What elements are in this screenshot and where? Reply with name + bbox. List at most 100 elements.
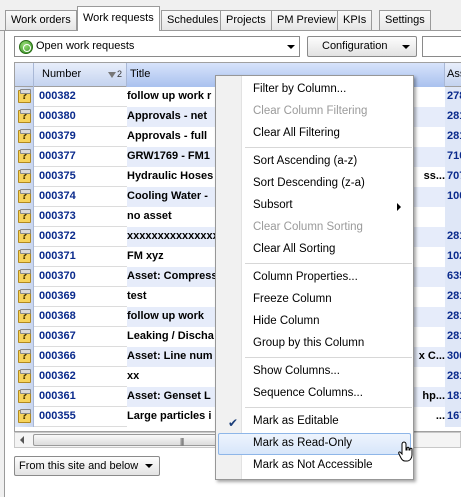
tab-work-orders[interactable]: Work orders — [5, 10, 77, 30]
tab-settings[interactable]: Settings — [379, 10, 431, 30]
menu-item-label: Mark as Read-Only — [253, 437, 353, 449]
row-number[interactable]: 000355 — [39, 410, 121, 422]
row-icon-cell: ? — [15, 347, 34, 367]
tab-work-requests[interactable]: Work requests — [77, 6, 160, 31]
menu-item-sort-descending-z-a[interactable]: Sort Descending (z-a) — [218, 173, 411, 195]
menu-item-freeze-column[interactable]: Freeze Column — [218, 289, 411, 311]
request-status-icon: ? — [18, 289, 31, 303]
row-asset[interactable]: 281 — [445, 307, 461, 327]
menu-item-label: Group by this Column — [253, 337, 365, 349]
header-number[interactable]: Number 2 — [34, 63, 127, 87]
menu-item-mark-as-not-accessible[interactable]: Mark as Not Accessible — [218, 455, 411, 477]
row-asset[interactable]: 281 — [445, 287, 461, 307]
row-asset[interactable]: 281 — [445, 127, 461, 147]
search-input[interactable] — [422, 36, 461, 57]
request-status-icon: ? — [18, 89, 31, 103]
row-asset[interactable]: 281 — [445, 327, 461, 347]
menu-item-column-properties[interactable]: Column Properties... — [218, 267, 411, 289]
request-status-icon: ? — [18, 229, 31, 243]
row-icon-cell: ? — [15, 367, 34, 387]
header-asset[interactable]: Ass — [445, 63, 461, 87]
tab-projects[interactable]: Projects — [220, 10, 272, 30]
menu-item-label: Mark as Not Accessible — [253, 459, 373, 471]
tab-schedules[interactable]: Schedules — [161, 10, 225, 30]
configuration-label: Configuration — [322, 40, 388, 52]
row-icon-cell: ? — [15, 107, 34, 127]
menu-item-clear-all-sorting[interactable]: Clear All Sorting — [218, 239, 411, 261]
row-number[interactable]: 000370 — [39, 270, 121, 282]
request-status-icon: ? — [18, 189, 31, 203]
menu-item-clear-all-filtering[interactable]: Clear All Filtering — [218, 123, 411, 145]
menu-item-hide-column[interactable]: Hide Column — [218, 311, 411, 333]
row-asset[interactable]: 281 — [445, 367, 461, 387]
menu-item-label: Subsort — [253, 199, 293, 211]
menu-item-mark-as-read-only[interactable]: Mark as Read-Only — [218, 433, 411, 455]
chevron-down-icon — [287, 45, 295, 49]
row-number[interactable]: 000382 — [39, 90, 121, 102]
request-status-icon: ? — [18, 309, 31, 323]
row-number[interactable]: 000374 — [39, 190, 121, 202]
row-number[interactable]: 000375 — [39, 170, 121, 182]
menu-item-sequence-columns[interactable]: Sequence Columns... — [218, 383, 411, 405]
view-select[interactable]: Open work requests — [14, 36, 300, 57]
chevron-down-icon — [145, 464, 153, 468]
scroll-left-icon[interactable] — [16, 434, 30, 446]
row-number[interactable]: 000369 — [39, 290, 121, 302]
menu-item-filter-by-column[interactable]: Filter by Column... — [218, 79, 411, 101]
site-filter-value: From this site and below — [19, 460, 139, 472]
menu-item-label: Sort Descending (z-a) — [253, 177, 365, 189]
tab-kpis[interactable]: KPIs — [337, 10, 373, 30]
menu-item-group-by-this-column[interactable]: Group by this Column — [218, 333, 411, 355]
menu-item-label: Clear All Sorting — [253, 243, 336, 255]
menu-item-sort-ascending-a-z[interactable]: Sort Ascending (a-z) — [218, 151, 411, 173]
sort-order-label: 2 — [116, 69, 122, 79]
row-icon-cell: ? — [15, 187, 34, 207]
request-status-icon: ? — [18, 269, 31, 283]
row-asset[interactable]: 102 — [445, 247, 461, 267]
row-number[interactable]: 000372 — [39, 230, 121, 242]
request-status-icon: ? — [18, 209, 31, 223]
menu-item-label: Sequence Columns... — [253, 387, 363, 399]
menu-item-label: Clear Column Sorting — [253, 221, 363, 233]
filter-view-icon — [19, 40, 33, 54]
column-context-menu: Filter by Column... Clear Column Filterin… — [215, 75, 414, 480]
row-number[interactable]: 000361 — [39, 390, 121, 402]
row-asset[interactable]: 281 — [445, 227, 461, 247]
row-number[interactable]: 000379 — [39, 130, 121, 142]
header-icon-column[interactable] — [15, 63, 34, 87]
row-asset[interactable] — [445, 207, 461, 227]
grip-icon: ||| — [180, 437, 184, 446]
row-number[interactable]: 000367 — [39, 330, 121, 342]
row-number[interactable]: 000362 — [39, 370, 121, 382]
menu-item-show-columns[interactable]: Show Columns... — [218, 361, 411, 383]
tab-pm-preview[interactable]: PM Preview — [271, 10, 342, 30]
row-asset[interactable]: 181 — [445, 387, 461, 407]
row-asset[interactable]: 710 — [445, 147, 461, 167]
site-filter-select[interactable]: From this site and below — [14, 456, 160, 476]
tab-label: Work requests — [83, 12, 154, 24]
row-asset[interactable]: 167 — [445, 407, 461, 427]
configuration-button[interactable]: Configuration — [307, 36, 417, 57]
row-number[interactable]: 000371 — [39, 250, 121, 262]
row-asset[interactable]: 100 — [445, 187, 461, 207]
menu-item-label: Filter by Column... — [253, 83, 347, 95]
tab-label: Settings — [385, 14, 425, 26]
row-number[interactable]: 000377 — [39, 150, 121, 162]
row-number[interactable]: 000380 — [39, 110, 121, 122]
row-number[interactable]: 000373 — [39, 210, 121, 222]
menu-item-label: Clear Column Filtering — [253, 105, 368, 117]
menu-item-subsort[interactable]: Subsort — [218, 195, 411, 217]
sort-indicator: 2 — [107, 69, 122, 79]
row-asset[interactable]: 300 — [445, 347, 461, 367]
row-number[interactable]: 000366 — [39, 350, 121, 362]
row-asset[interactable]: 635 — [445, 267, 461, 287]
row-number[interactable]: 000368 — [39, 310, 121, 322]
row-icon-cell: ? — [15, 287, 34, 307]
row-asset[interactable]: 281 — [445, 107, 461, 127]
row-asset[interactable]: 707 — [445, 167, 461, 187]
menu-item-label: Show Columns... — [253, 365, 340, 377]
tab-label: Projects — [226, 14, 266, 26]
menu-item-mark-as-editable[interactable]: ✔ Mark as Editable — [218, 411, 411, 433]
row-asset[interactable]: 278 — [445, 87, 461, 107]
menu-item-label: Sort Ascending (a-z) — [253, 155, 358, 167]
